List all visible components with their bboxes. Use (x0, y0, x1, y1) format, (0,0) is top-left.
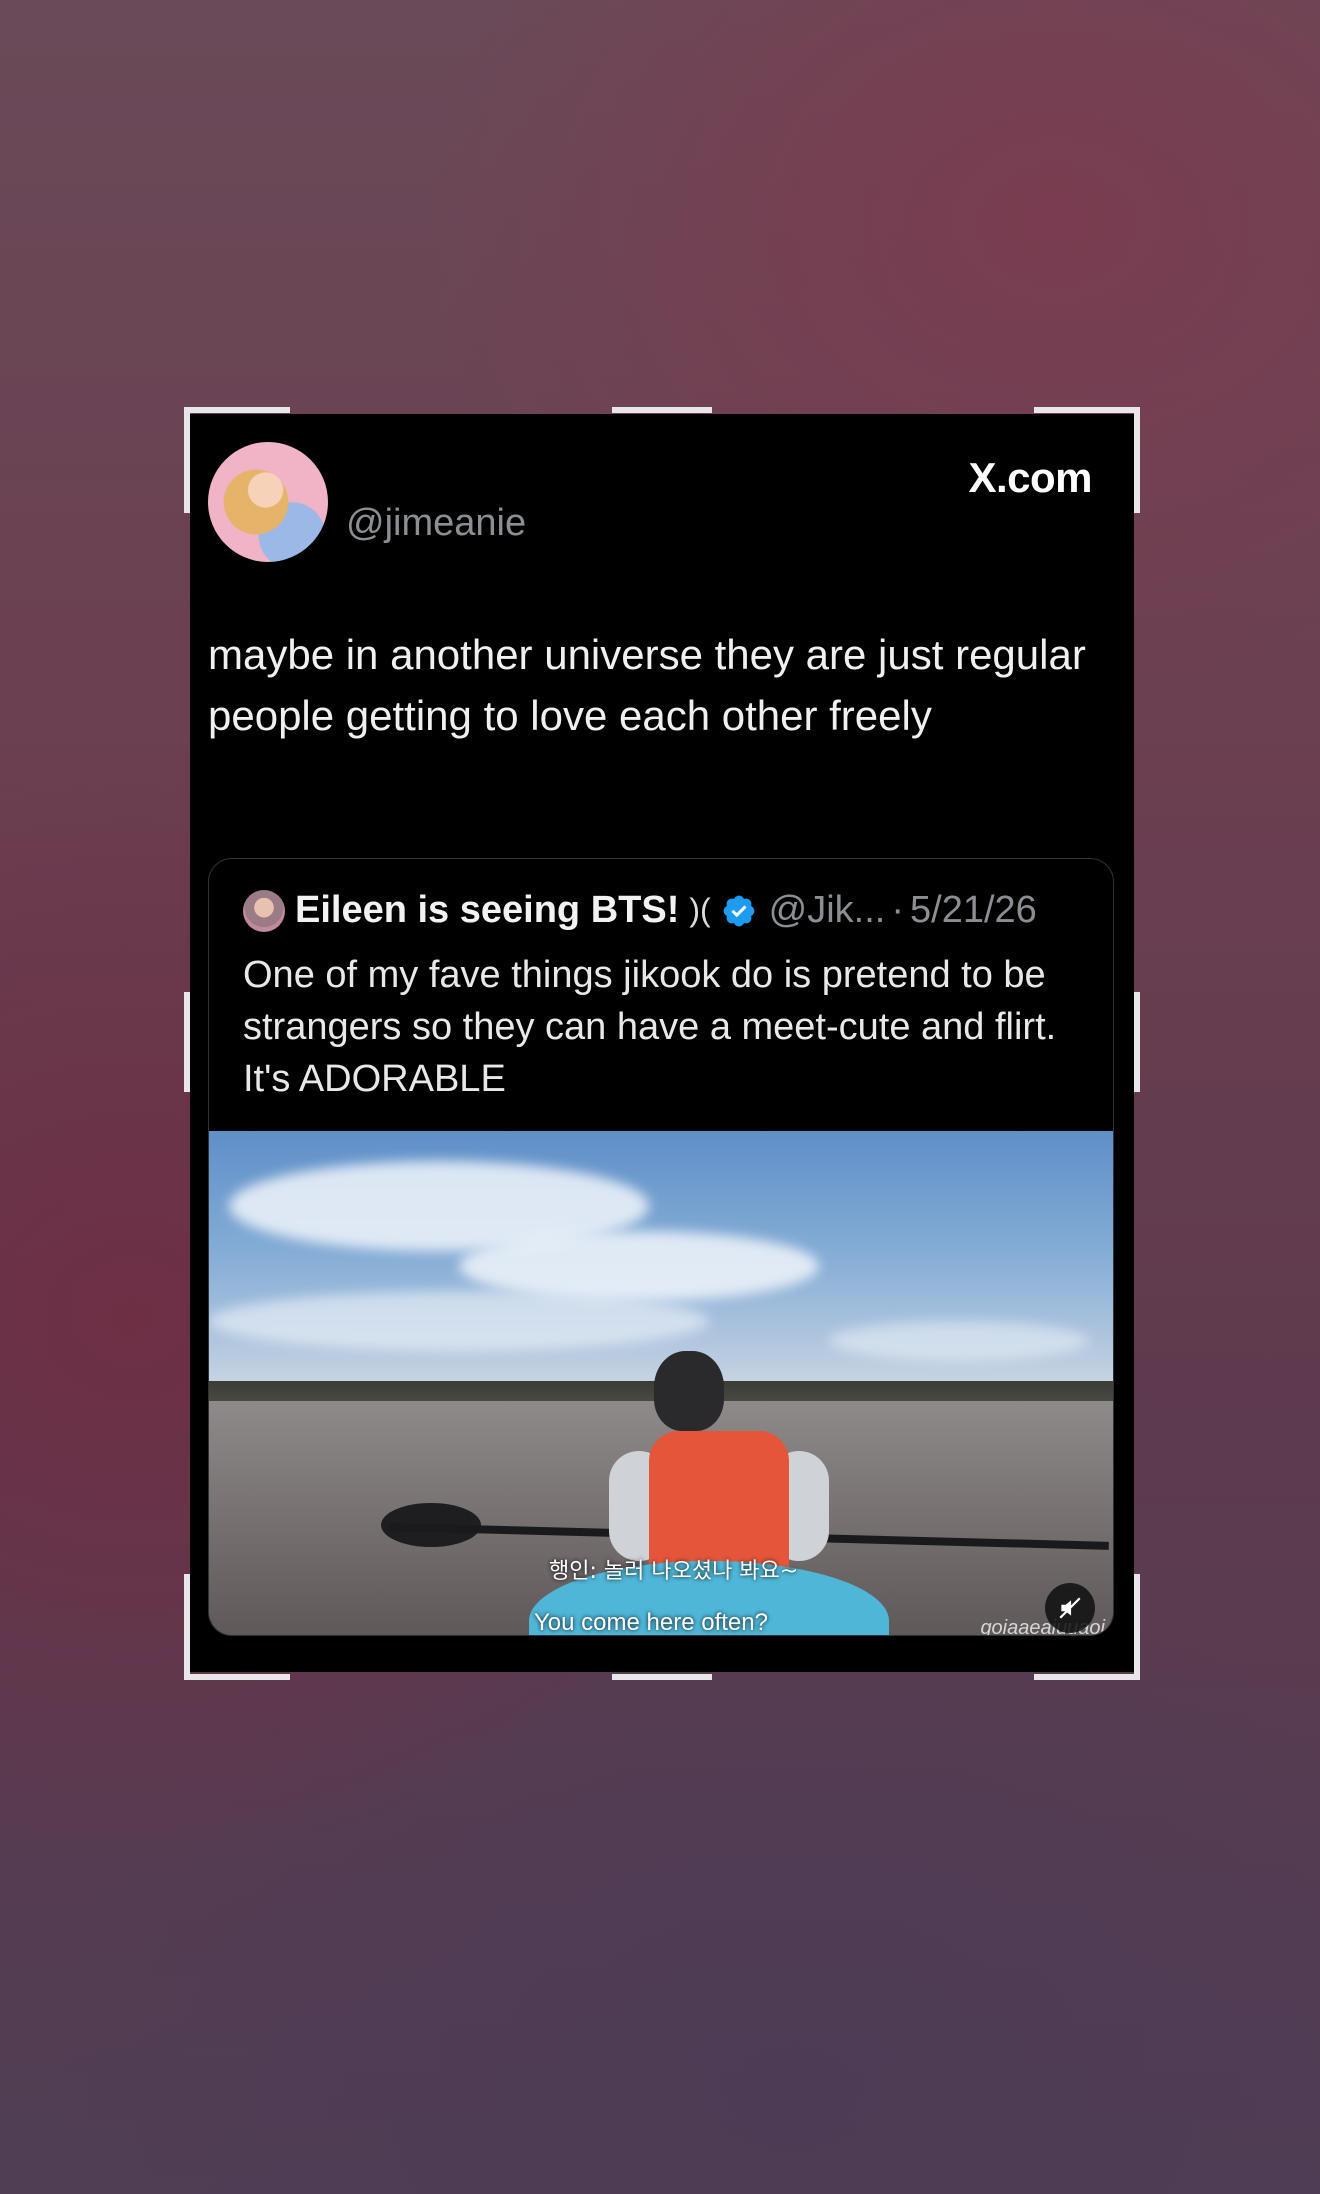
quoted-tweet-header: Eileen is seeing BTS! )( @Jik... · 5/21/… (243, 889, 1037, 932)
name-decoration-icon: )( (689, 892, 711, 928)
sky-cloud (829, 1321, 1089, 1361)
crop-handle-top-left[interactable] (184, 407, 290, 413)
person-head (654, 1351, 724, 1431)
avatar[interactable] (208, 442, 328, 562)
tweet-text: maybe in another universe they are just … (208, 631, 1086, 739)
sky-cloud (209, 1291, 709, 1351)
site-label: X.com (968, 454, 1092, 501)
separator-dot: · (891, 889, 905, 931)
crop-handle-top[interactable] (612, 407, 712, 413)
crop-handle-bottom-left[interactable] (184, 1674, 290, 1680)
speaker-muted-icon (1059, 1597, 1081, 1619)
verified-badge-icon (723, 895, 755, 926)
quoted-tweet[interactable]: Eileen is seeing BTS! )( @Jik... · 5/21/… (208, 858, 1114, 1636)
quoted-date[interactable]: 5/21/26 (910, 889, 1037, 932)
crop-handle-top-right-v[interactable] (1134, 407, 1140, 513)
crop-handle-right[interactable] (1134, 992, 1140, 1092)
video-player[interactable]: 행인: 놀러 나오셨나 봐요~ You come here often? goi… (209, 1131, 1113, 1636)
crop-handle-top-right[interactable] (1034, 407, 1140, 413)
quoted-author-handle[interactable]: @Jik... (769, 889, 886, 932)
quoted-author-name[interactable]: Eileen is seeing BTS! (295, 889, 679, 932)
subtitle-english: You come here often? (534, 1609, 768, 1636)
sky-cloud (459, 1231, 819, 1301)
author-handle[interactable]: @jimeanie (346, 502, 526, 545)
quoted-avatar[interactable] (243, 889, 285, 932)
crop-handle-bottom[interactable] (612, 1674, 712, 1680)
subtitle-korean: 행인: 놀러 나오셨나 봐요~ (549, 1559, 799, 1584)
crop-handle-bottom-right-v[interactable] (1134, 1574, 1140, 1680)
crop-handle-bottom-right[interactable] (1034, 1674, 1140, 1680)
quoted-text: One of my fave things jikook do is prete… (243, 954, 1057, 1100)
mute-button[interactable] (1045, 1583, 1095, 1633)
tweet-card: @jimeanie X.com maybe in another univers… (190, 414, 1134, 1672)
